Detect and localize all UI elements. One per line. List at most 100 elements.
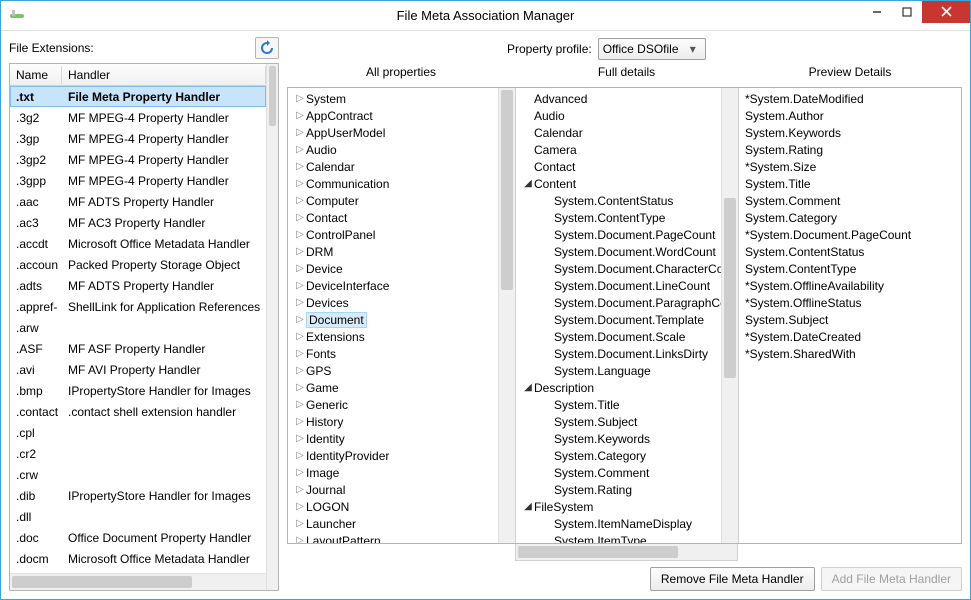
table-row[interactable]: .3gppMF MPEG-4 Property Handler (10, 170, 266, 191)
list-item[interactable]: *System.DateCreated (739, 328, 961, 345)
vertical-scrollbar[interactable] (721, 88, 738, 543)
tree-item[interactable]: Calendar (516, 124, 721, 141)
tree-item[interactable]: ▷System (288, 90, 498, 107)
expand-icon[interactable]: ▷ (294, 297, 306, 308)
vertical-scrollbar[interactable] (266, 64, 278, 590)
table-row[interactable]: .aviMF AVI Property Handler (10, 359, 266, 380)
expand-icon[interactable]: ▷ (294, 314, 306, 325)
tree-item[interactable]: System.Title (516, 396, 721, 413)
tree-item[interactable]: ▷Audio (288, 141, 498, 158)
expand-icon[interactable]: ▷ (294, 518, 306, 529)
table-row[interactable]: .ac3MF AC3 Property Handler (10, 212, 266, 233)
tree-item[interactable]: ▷Fonts (288, 345, 498, 362)
list-item[interactable]: System.Subject (739, 311, 961, 328)
expand-icon[interactable]: ▷ (294, 501, 306, 512)
tree-item[interactable]: System.ContentType (516, 209, 721, 226)
tree-item[interactable]: System.ItemType (516, 532, 721, 543)
expand-icon[interactable]: ▷ (294, 263, 306, 274)
horizontal-scrollbar[interactable] (515, 544, 738, 561)
table-row[interactable]: .3g2MF MPEG-4 Property Handler (10, 107, 266, 128)
collapse-icon[interactable]: ◢ (522, 501, 534, 512)
expand-icon[interactable]: ▷ (294, 416, 306, 427)
tree-item[interactable]: Camera (516, 141, 721, 158)
preview-details-list[interactable]: *System.DateModifiedSystem.AuthorSystem.… (739, 88, 961, 543)
tree-item[interactable]: ▷LOGON (288, 498, 498, 515)
expand-icon[interactable]: ▷ (294, 93, 306, 104)
tree-item[interactable]: System.ItemNameDisplay (516, 515, 721, 532)
column-header-handler[interactable]: Handler (62, 66, 266, 84)
tree-item[interactable]: ▷DeviceInterface (288, 277, 498, 294)
expand-icon[interactable]: ▷ (294, 433, 306, 444)
tree-item[interactable]: ▷Device (288, 260, 498, 277)
tree-item[interactable]: System.Language (516, 362, 721, 379)
list-item[interactable]: *System.Size (739, 158, 961, 175)
table-row[interactable]: .ASFMF ASF Property Handler (10, 338, 266, 359)
list-item[interactable]: System.Author (739, 107, 961, 124)
tree-item[interactable]: System.Document.Scale (516, 328, 721, 345)
tree-item[interactable]: Audio (516, 107, 721, 124)
list-item[interactable]: System.Category (739, 209, 961, 226)
expand-icon[interactable]: ▷ (294, 280, 306, 291)
extensions-table[interactable]: Name Handler .txtFile Meta Property Hand… (9, 63, 279, 591)
tree-item[interactable]: ▷GPS (288, 362, 498, 379)
tree-item[interactable]: ▷Communication (288, 175, 498, 192)
table-row[interactable]: .crw (10, 464, 266, 485)
table-row[interactable]: .accounPacked Property Storage Object (10, 254, 266, 275)
tree-item[interactable]: ▷Launcher (288, 515, 498, 532)
tree-item[interactable]: ▷LayoutPattern (288, 532, 498, 543)
list-item[interactable]: System.Title (739, 175, 961, 192)
tree-item[interactable]: ▷Generic (288, 396, 498, 413)
tree-item[interactable]: System.Category (516, 447, 721, 464)
expand-icon[interactable]: ▷ (294, 450, 306, 461)
list-item[interactable]: System.Rating (739, 141, 961, 158)
close-button[interactable] (922, 1, 970, 23)
expand-icon[interactable]: ▷ (294, 399, 306, 410)
table-row[interactable]: .accdtMicrosoft Office Metadata Handler (10, 233, 266, 254)
tree-item[interactable]: ▷Extensions (288, 328, 498, 345)
table-row[interactable]: .3gp2MF MPEG-4 Property Handler (10, 149, 266, 170)
tree-item[interactable]: ▷Game (288, 379, 498, 396)
expand-icon[interactable]: ▷ (294, 382, 306, 393)
vertical-scrollbar[interactable] (498, 88, 515, 543)
maximize-button[interactable] (892, 1, 922, 23)
table-row[interactable]: .cr2 (10, 443, 266, 464)
tree-item[interactable]: ▷Image (288, 464, 498, 481)
expand-icon[interactable]: ▷ (294, 127, 306, 138)
tree-item[interactable]: ▷Computer (288, 192, 498, 209)
tree-item[interactable]: ▷AppContract (288, 107, 498, 124)
tree-item[interactable]: ▷Document (288, 311, 498, 328)
expand-icon[interactable]: ▷ (294, 144, 306, 155)
list-item[interactable]: System.Keywords (739, 124, 961, 141)
table-row[interactable]: .contact.contact shell extension handler (10, 401, 266, 422)
expand-icon[interactable]: ▷ (294, 161, 306, 172)
expand-icon[interactable]: ▷ (294, 195, 306, 206)
tree-item[interactable]: ▷Identity (288, 430, 498, 447)
tree-item[interactable]: System.Comment (516, 464, 721, 481)
expand-icon[interactable]: ▷ (294, 246, 306, 257)
expand-icon[interactable]: ▷ (294, 484, 306, 495)
tree-item[interactable]: System.Document.WordCount (516, 243, 721, 260)
tree-item[interactable]: System.Document.LinksDirty (516, 345, 721, 362)
full-details-tree[interactable]: AdvancedAudioCalendarCameraContact◢Conte… (516, 88, 721, 543)
table-row[interactable]: .docmMicrosoft Office Metadata Handler (10, 548, 266, 569)
tree-item[interactable]: ▷ControlPanel (288, 226, 498, 243)
list-item[interactable]: *System.SharedWith (739, 345, 961, 362)
expand-icon[interactable]: ▷ (294, 467, 306, 478)
expand-icon[interactable]: ▷ (294, 229, 306, 240)
tree-item[interactable]: Advanced (516, 90, 721, 107)
minimize-button[interactable] (862, 1, 892, 23)
table-row[interactable]: .dibIPropertyStore Handler for Images (10, 485, 266, 506)
table-row[interactable]: .adtsMF ADTS Property Handler (10, 275, 266, 296)
expand-icon[interactable]: ▷ (294, 331, 306, 342)
tree-item[interactable]: ◢FileSystem (516, 498, 721, 515)
tree-item[interactable]: System.Document.LineCount (516, 277, 721, 294)
tree-item[interactable]: ◢Content (516, 175, 721, 192)
list-item[interactable]: System.ContentStatus (739, 243, 961, 260)
table-row[interactable]: .cpl (10, 422, 266, 443)
tree-item[interactable]: ▷Devices (288, 294, 498, 311)
tree-item[interactable]: ▷History (288, 413, 498, 430)
tree-item[interactable]: System.ContentStatus (516, 192, 721, 209)
tree-item[interactable]: System.Document.ParagraphCo (516, 294, 721, 311)
table-row[interactable]: .appref-ShellLink for Application Refere… (10, 296, 266, 317)
remove-handler-button[interactable]: Remove File Meta Handler (650, 567, 815, 591)
